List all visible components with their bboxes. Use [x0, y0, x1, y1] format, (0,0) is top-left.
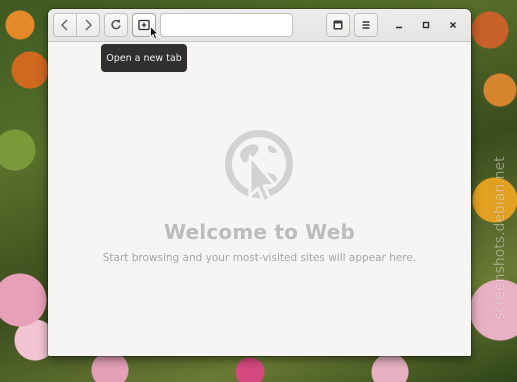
main-menu-button[interactable] — [354, 13, 378, 37]
welcome-title: Welcome to Web — [163, 220, 356, 244]
minimize-icon — [396, 26, 402, 29]
watermark-text: screenshots.debian.net — [492, 156, 508, 320]
minimize-button[interactable] — [387, 13, 411, 37]
maximize-button[interactable] — [414, 13, 438, 37]
close-icon — [449, 21, 457, 29]
reload-button[interactable] — [104, 13, 128, 37]
back-button[interactable] — [54, 14, 76, 36]
headerbar — [48, 9, 471, 42]
reload-icon — [111, 19, 121, 30]
go-previous-icon — [60, 19, 68, 31]
tab-overview-button[interactable] — [326, 13, 350, 37]
hamburger-menu-icon — [362, 21, 370, 29]
web-browser-logo-icon — [225, 130, 293, 204]
new-tab-tooltip: Open a new tab — [101, 44, 187, 72]
new-tab-page: Welcome to Web Start browsing and your m… — [48, 42, 471, 356]
mouse-pointer-icon — [150, 26, 159, 40]
new-tab-icon — [138, 19, 150, 31]
maximize-icon — [422, 21, 430, 29]
tab-overview-icon — [333, 20, 343, 30]
go-next-icon — [85, 19, 93, 31]
close-button[interactable] — [441, 13, 465, 37]
watermark: screenshots.debian.net — [492, 156, 508, 321]
forward-button[interactable] — [77, 14, 99, 36]
welcome-subtitle: Start browsing and your most-visited sit… — [102, 252, 417, 264]
url-entry[interactable] — [160, 13, 293, 37]
navigation-buttons — [53, 13, 100, 37]
